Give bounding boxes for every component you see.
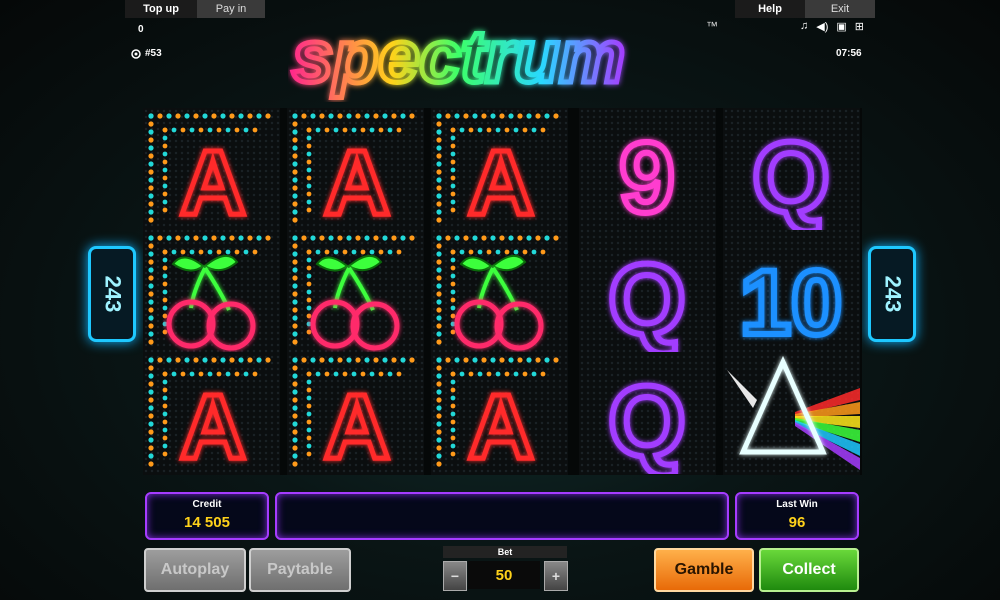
symbol-queen: Q [579,230,716,352]
symbol-ten: 10 [723,230,860,352]
settings-icon[interactable]: ▣ [836,20,846,33]
reel-5: Q 10 [723,108,860,475]
reel-grid: A A A A A A 9 Q Q Q 10 [143,108,862,475]
reel-1: AA [143,108,280,475]
message-panel [275,492,729,540]
svg-text:A: A [468,132,534,230]
last-win-label: Last Win [776,499,818,510]
symbol-cherry [143,230,280,352]
reel-2: AA [287,108,424,475]
symbol-prism [723,352,860,474]
game-logo: spectrum ™ [290,13,719,101]
credit-label: Credit [192,499,222,510]
bet-value: 50 [468,561,540,589]
symbol-cherry [287,230,424,352]
symbol-ace: A [431,352,568,474]
music-note-icon[interactable]: ♫ [800,20,808,33]
bet-decrease-button[interactable]: − [443,561,467,591]
logo-text: spectrum [292,15,625,98]
symbol-ace: A [287,108,424,230]
trademark-symbol: ™ [706,19,718,33]
ways-badge-right: 243 [868,246,916,342]
top-up-button[interactable]: Top up [125,0,197,18]
credit-panel: Credit 14 505 [145,492,269,540]
symbol-ace: A [287,352,424,474]
paytable-button[interactable]: Paytable [249,548,351,592]
clock: 07:56 [836,48,862,59]
symbol-nine: 9 [579,108,716,230]
exit-button[interactable]: Exit [805,0,875,18]
bet-label: Bet [443,546,567,558]
svg-text:A: A [468,376,534,474]
svg-text:Q: Q [608,244,686,352]
speaker-icon[interactable]: ◀) [816,20,828,33]
svg-text:9: 9 [619,122,675,230]
reel-3: AA [431,108,568,475]
svg-text:10: 10 [740,252,842,352]
bet-increase-button[interactable]: + [544,561,568,591]
symbol-queen: Q [579,352,716,474]
credit-value: 14 505 [184,514,230,531]
collect-button[interactable]: Collect [759,548,859,592]
ways-badge-left: 243 [88,246,136,342]
svg-text:A: A [180,376,246,474]
ticket-icon [131,48,141,59]
last-win-panel: Last Win 96 [735,492,859,540]
gamble-button[interactable]: Gamble [654,548,754,592]
svg-text:A: A [324,376,390,474]
svg-text:A: A [324,132,390,230]
symbol-ace: A [431,108,568,230]
svg-text:Q: Q [608,366,686,474]
control-icons: ♫ ◀) ▣ ⊞ [800,20,864,33]
reel-4: 9 QQ [579,108,716,475]
symbol-queen: Q [723,108,860,230]
ticket-label: #53 [145,48,162,59]
balance-display: 0 [138,24,144,35]
symbol-cherry [431,230,568,352]
symbol-ace: A [143,108,280,230]
pay-in-button[interactable]: Pay in [197,0,265,18]
fullscreen-icon[interactable]: ⊞ [855,20,864,33]
last-win-value: 96 [788,514,806,531]
help-button[interactable]: Help [735,0,805,18]
svg-text:Q: Q [752,122,830,230]
ticket-number: #53 [131,48,162,59]
autoplay-button[interactable]: Autoplay [144,548,246,592]
symbol-ace: A [143,352,280,474]
svg-text:A: A [180,132,246,230]
